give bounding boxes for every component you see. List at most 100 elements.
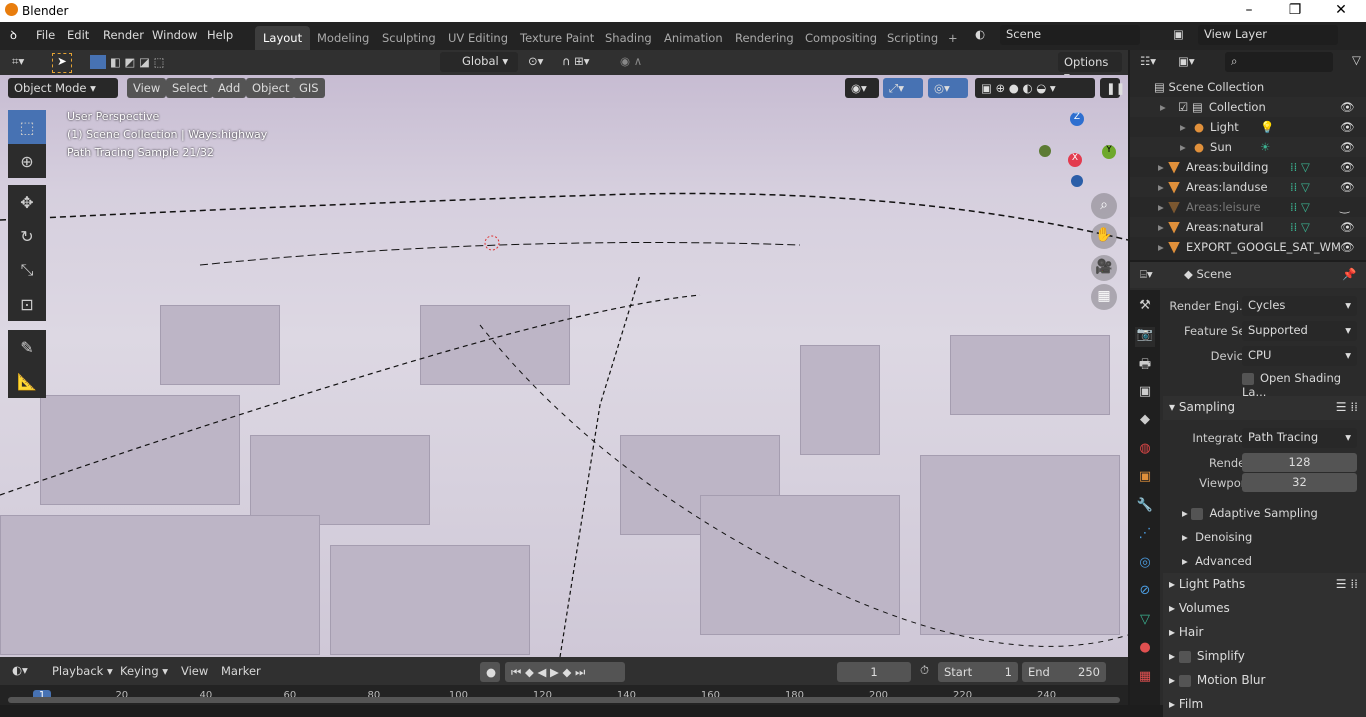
blender-menu-icon[interactable]: ꝺ: [10, 28, 17, 43]
menu-view-timeline[interactable]: View: [181, 664, 208, 678]
timeline-scrollbar[interactable]: [8, 697, 1120, 703]
measure-tool[interactable]: 📐: [8, 364, 46, 398]
render-engine-dropdown[interactable]: Cycles ▾: [1242, 296, 1357, 316]
pin-icon[interactable]: 📌: [1342, 267, 1356, 281]
tab-scripting[interactable]: Scripting: [879, 26, 946, 50]
render-samples-field[interactable]: 128: [1242, 453, 1357, 472]
shading-mode-buttons[interactable]: ▣ ⊕ ● ◐ ◒ ▾: [975, 78, 1095, 98]
pause-render-button[interactable]: ❚❚: [1100, 78, 1125, 98]
gizmo-y-axis[interactable]: Y: [1102, 145, 1116, 159]
tab-animation[interactable]: Animation: [656, 26, 731, 50]
tool-tab-icon[interactable]: ⚒: [1135, 298, 1155, 318]
playback-controls[interactable]: ⏮ ◆ ◀ ▶ ◆ ⏭: [505, 662, 625, 682]
tab-layout[interactable]: Layout: [255, 26, 311, 50]
annotate-tool[interactable]: ✎: [8, 330, 46, 364]
sampling-panel-header[interactable]: ▾ Sampling ☰ ⁞⁞: [1163, 396, 1366, 420]
add-workspace-icon[interactable]: +: [940, 26, 966, 50]
viewport-samples-field[interactable]: 32: [1242, 473, 1357, 492]
eye-icon[interactable]: 👁: [1340, 100, 1355, 114]
pivot-icon[interactable]: ⊙▾: [528, 54, 543, 68]
properties-editor-icon[interactable]: ⌸▾: [1140, 267, 1153, 282]
close-icon[interactable]: ✕: [1326, 2, 1356, 18]
menu-window[interactable]: Window: [152, 28, 197, 42]
visibility-dropdown[interactable]: ◉▾: [845, 78, 879, 98]
outliner-item[interactable]: ▸ Areas:natural ⁞⁞ ▽ 👁: [1130, 217, 1366, 237]
end-frame-field[interactable]: End 250: [1022, 662, 1106, 682]
menu-help[interactable]: Help: [207, 28, 233, 42]
object-tab-icon[interactable]: ▣: [1135, 469, 1155, 489]
tab-shading[interactable]: Shading: [597, 26, 660, 50]
eye-icon[interactable]: 👁: [1340, 240, 1355, 254]
adaptive-sampling-subpanel[interactable]: ▸ Adaptive Sampling: [1182, 506, 1318, 520]
menu-render[interactable]: Render: [103, 28, 144, 42]
timeline-editor-icon[interactable]: ◐▾: [12, 663, 28, 677]
minimize-icon[interactable]: –: [1234, 2, 1264, 18]
integrator-dropdown[interactable]: Path Tracing ▾: [1242, 428, 1357, 448]
outliner-item[interactable]: ▸ ● Sun ☀ 👁: [1130, 137, 1366, 157]
current-frame-field[interactable]: 1: [837, 662, 911, 682]
modifier-tab-icon[interactable]: 🔧: [1135, 498, 1155, 518]
outliner-item[interactable]: ▸ Areas:leisure ⁞⁞ ▽ ‿: [1130, 197, 1366, 217]
object-mode-dropdown[interactable]: Object Mode ▾: [8, 78, 118, 98]
options-dropdown[interactable]: Options ▾: [1058, 52, 1122, 83]
eye-icon[interactable]: 👁: [1340, 220, 1355, 234]
tab-uv-editing[interactable]: UV Editing: [440, 26, 516, 50]
material-tab-icon[interactable]: ●: [1135, 640, 1155, 660]
eye-icon[interactable]: 👁: [1340, 120, 1355, 134]
particles-tab-icon[interactable]: ⋰: [1135, 526, 1155, 546]
ortho-grid-icon[interactable]: ▦: [1091, 284, 1117, 310]
outliner-item[interactable]: ▸ Areas:landuse ⁞⁞ ▽ 👁: [1130, 177, 1366, 197]
physics-tab-icon[interactable]: ◎: [1135, 555, 1155, 575]
eye-icon[interactable]: 👁: [1340, 160, 1355, 174]
render-tab-icon[interactable]: 📷: [1135, 326, 1155, 347]
outliner-search-input[interactable]: ⌕: [1225, 52, 1333, 72]
filter-icon[interactable]: ▽: [1352, 53, 1361, 67]
rotate-tool[interactable]: ↻: [8, 219, 46, 253]
transform-orientation-dropdown[interactable]: Global ▾: [440, 52, 518, 72]
snap-icon[interactable]: ∩ ⊞▾: [562, 54, 589, 68]
scene-selector[interactable]: Scene: [1000, 25, 1140, 45]
light-paths-panel[interactable]: ▸ Light Paths ☰ ⁞⁞: [1163, 573, 1366, 597]
output-tab-icon[interactable]: 🖶: [1135, 355, 1155, 375]
constraints-tab-icon[interactable]: ⊘: [1135, 583, 1155, 603]
filter-view-icon[interactable]: ▣▾: [1178, 54, 1195, 68]
gizmo-z-axis[interactable]: Z: [1070, 112, 1084, 126]
tab-modeling[interactable]: Modeling: [309, 26, 377, 50]
feature-set-dropdown[interactable]: Supported ▾: [1242, 321, 1357, 341]
data-tab-icon[interactable]: ▽: [1135, 612, 1155, 632]
menu-gis[interactable]: GIS: [293, 78, 325, 98]
menu-edit[interactable]: Edit: [67, 28, 89, 42]
cursor-tool[interactable]: ⊕: [8, 144, 46, 178]
view-layer-selector[interactable]: View Layer: [1198, 25, 1338, 45]
scene-tab-icon[interactable]: ◆: [1135, 412, 1155, 432]
tab-texture-paint[interactable]: Texture Paint: [512, 26, 602, 50]
gizmo-neg-y[interactable]: [1039, 145, 1051, 157]
tab-compositing[interactable]: Compositing: [797, 26, 885, 50]
editor-type-icon[interactable]: ⌗▾: [12, 54, 24, 69]
display-mode-icon[interactable]: ☷▾: [1140, 54, 1156, 68]
hair-panel[interactable]: ▸ Hair: [1163, 621, 1366, 645]
world-tab-icon[interactable]: ◍: [1135, 441, 1155, 461]
eye-closed-icon[interactable]: ‿: [1340, 200, 1349, 214]
open-shading-language-checkbox[interactable]: Open Shading La...: [1242, 371, 1366, 399]
proportional-edit-icon[interactable]: ◉ ∧: [620, 54, 642, 68]
volumes-panel[interactable]: ▸ Volumes: [1163, 597, 1366, 621]
3d-viewport[interactable]: User Perspective (1) Scene Collection | …: [0, 75, 1128, 657]
eye-icon[interactable]: 👁: [1340, 180, 1355, 194]
outliner-item[interactable]: ▸ Areas:building ⁞⁞ ▽ 👁: [1130, 157, 1366, 177]
menu-select[interactable]: Select: [166, 78, 214, 98]
stopwatch-icon[interactable]: ⏱: [920, 663, 929, 678]
texture-tab-icon[interactable]: ▦: [1135, 669, 1155, 689]
select-mode-icons[interactable]: ◧ ◩ ◪ ⬚: [110, 55, 164, 69]
menu-file[interactable]: File: [36, 28, 55, 42]
outliner-scene-collection[interactable]: ▤ Scene Collection: [1130, 77, 1366, 97]
menu-object[interactable]: Object: [246, 78, 296, 98]
denoising-subpanel[interactable]: ▸ Denoising: [1182, 530, 1252, 544]
menu-add[interactable]: Add: [212, 78, 247, 98]
outliner-item[interactable]: ▸ EXPORT_GOOGLE_SAT_WM 👁: [1130, 237, 1366, 257]
record-button[interactable]: ●: [480, 662, 500, 682]
gizmo-neg-z[interactable]: [1071, 175, 1083, 187]
zoom-icon[interactable]: ⌕: [1091, 193, 1117, 219]
select-mode-new-icon[interactable]: [90, 55, 106, 69]
overlay-toggle[interactable]: ◎▾: [928, 78, 968, 98]
